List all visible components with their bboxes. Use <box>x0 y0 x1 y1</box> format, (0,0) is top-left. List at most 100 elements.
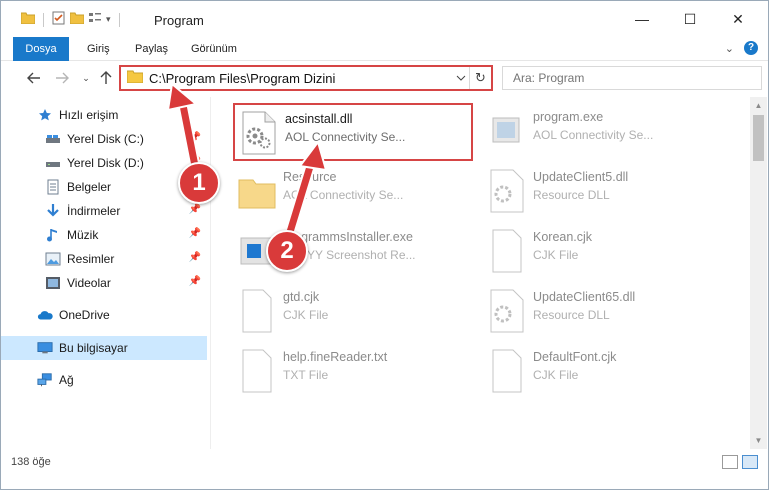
ribbon-controls: ⌄ ? <box>725 41 758 55</box>
help-icon[interactable]: ? <box>744 41 758 55</box>
address-history-dropdown[interactable] <box>453 73 469 84</box>
sidebar-item-pictures[interactable]: Resimler 📌 <box>1 247 207 271</box>
dll-icon <box>487 168 527 214</box>
scroll-thumb[interactable] <box>753 115 764 161</box>
refresh-button[interactable]: ↻ <box>469 67 491 89</box>
file-item-defaultfont-cjk[interactable]: DefaultFont.cjk CJK File <box>483 343 723 401</box>
ribbon-tabs: Dosya Giriş Paylaş Görünüm ⌄ ? <box>1 37 768 61</box>
sidebar-item-local-disk-c[interactable]: Yerel Disk (C:) 📌 <box>1 127 207 151</box>
customize-toolbar-icon[interactable]: ▾ <box>106 14 111 25</box>
large-icons-view-button[interactable] <box>742 455 758 469</box>
address-path[interactable]: C:\Program Files\Program Dizini <box>149 71 453 86</box>
forward-button[interactable] <box>51 67 73 89</box>
title-bar: ▾ Program — ☐ ✕ <box>1 1 768 37</box>
sidebar-item-local-disk-d[interactable]: Yerel Disk (D:) 📌 <box>1 151 207 175</box>
file-name: UpdateClient5.dll <box>533 170 629 184</box>
pictures-icon <box>45 251 61 267</box>
sidebar-item-videos[interactable]: Videolar 📌 <box>1 271 207 295</box>
file-item-resource[interactable]: Resource AOL Connectivity Se... <box>233 163 473 221</box>
divider <box>118 12 120 27</box>
sidebar-item-label: Yerel Disk (D:) <box>67 156 144 170</box>
sidebar-item-label: Bu bilgisayar <box>59 341 128 355</box>
file-list: acsinstall.dll AOL Connectivity Se... pr… <box>213 97 743 449</box>
sidebar-item-label: Yerel Disk (C:) <box>67 132 144 146</box>
sidebar-item-this-pc[interactable]: Bu bilgisayar <box>1 336 207 360</box>
back-button[interactable] <box>23 67 45 89</box>
file-item-program-exe[interactable]: program.exe AOL Connectivity Se... <box>483 103 723 161</box>
search-box[interactable] <box>502 66 762 90</box>
sidebar-item-network[interactable]: Ağ <box>1 368 207 392</box>
status-bar: 138 öğe <box>1 449 768 475</box>
tab-file[interactable]: Dosya <box>13 37 69 61</box>
file-description: CJK File <box>533 248 579 262</box>
recent-locations-button[interactable]: ⌄ <box>75 67 97 89</box>
file-item-gtd-cjk[interactable]: gtd.cjk CJK File <box>233 283 473 341</box>
music-icon <box>45 227 61 243</box>
tab-share[interactable]: Paylaş <box>123 37 180 61</box>
address-bar[interactable]: C:\Program Files\Program Dizini ↻ <box>119 65 493 91</box>
tab-view[interactable]: Görünüm <box>179 37 249 61</box>
folder-icon <box>20 12 36 27</box>
sidebar-item-label: Müzik <box>67 228 99 242</box>
file-item-help-txt[interactable]: help.fineReader.txt TXT File <box>233 343 473 401</box>
exe-icon <box>487 108 527 154</box>
file-icon <box>487 348 527 394</box>
file-name: UpdateClient65.dll <box>533 290 636 304</box>
sidebar-item-label: Ağ <box>59 373 74 387</box>
navigation-pane: Hızlı erişim Yerel Disk (C:) 📌 Yerel Dis… <box>1 97 211 449</box>
dll-icon <box>239 110 279 156</box>
view-options-icon[interactable] <box>88 11 102 28</box>
explorer-window: ▾ Program — ☐ ✕ Dosya Giriş Paylaş Görün… <box>0 0 769 490</box>
collapse-ribbon-button[interactable]: ⌄ <box>725 42 734 55</box>
file-item-acsinstall-dll[interactable]: acsinstall.dll AOL Connectivity Se... <box>233 103 473 161</box>
file-description: Resource DLL <box>533 188 610 202</box>
sidebar-item-downloads[interactable]: İndirmeler 📌 <box>1 199 207 223</box>
sidebar-item-label: Belgeler <box>67 180 112 194</box>
file-name: help.fineReader.txt <box>283 350 388 364</box>
sidebar-item-label: OneDrive <box>59 308 110 322</box>
up-button[interactable] <box>95 67 117 89</box>
navigation-bar: ⌄ C:\Program Files\Program Dizini ↻ <box>1 63 768 93</box>
file-description: Resource DLL <box>533 308 610 322</box>
star-icon <box>37 107 53 123</box>
item-count: 138 öğe <box>11 456 51 468</box>
computer-icon <box>37 340 53 356</box>
minimize-button[interactable]: — <box>619 1 665 37</box>
vertical-scrollbar[interactable]: ▲ ▼ <box>750 97 767 449</box>
window-title: Program <box>154 13 204 28</box>
forward-arrow-icon <box>56 72 69 84</box>
sidebar-item-music[interactable]: Müzik 📌 <box>1 223 207 247</box>
pin-icon: 📌 <box>188 252 201 263</box>
scroll-up-button[interactable]: ▲ <box>750 97 767 114</box>
pin-icon: 📌 <box>188 276 201 287</box>
scroll-down-button[interactable]: ▼ <box>750 432 767 449</box>
file-item-updateclient5-dll[interactable]: UpdateClient5.dll Resource DLL <box>483 163 723 221</box>
file-item-korean-cjk[interactable]: Korean.cjk CJK File <box>483 223 723 281</box>
sidebar-item-onedrive[interactable]: OneDrive <box>1 303 207 327</box>
file-icon <box>237 288 277 334</box>
quick-access-toolbar: ▾ <box>20 11 124 28</box>
pin-icon: 📌 <box>188 132 201 143</box>
up-arrow-icon <box>100 71 112 84</box>
network-icon <box>37 372 53 388</box>
file-description: AOL Connectivity Se... <box>283 188 404 202</box>
chevron-down-icon <box>456 75 466 81</box>
file-item-updateclient65-dll[interactable]: UpdateClient65.dll Resource DLL <box>483 283 723 341</box>
details-view-button[interactable] <box>722 455 738 469</box>
step-badge-2: 2 <box>266 230 308 272</box>
sidebar-item-label: Hızlı erişim <box>59 108 119 122</box>
back-arrow-icon <box>27 72 40 84</box>
close-button[interactable]: ✕ <box>715 1 761 37</box>
sidebar-item-quick-access[interactable]: Hızlı erişim <box>1 103 207 127</box>
new-folder-icon[interactable] <box>69 12 85 27</box>
file-description: AOL Connectivity Se... <box>533 128 654 142</box>
cloud-icon <box>37 307 53 323</box>
folder-icon <box>237 168 277 214</box>
properties-icon[interactable] <box>52 11 66 28</box>
maximize-button[interactable]: ☐ <box>667 1 713 37</box>
divider <box>43 12 44 27</box>
search-input[interactable] <box>513 71 761 85</box>
documents-icon <box>45 179 61 195</box>
tab-home[interactable]: Giriş <box>75 37 122 61</box>
sidebar-item-documents[interactable]: Belgeler 📌 <box>1 175 207 199</box>
